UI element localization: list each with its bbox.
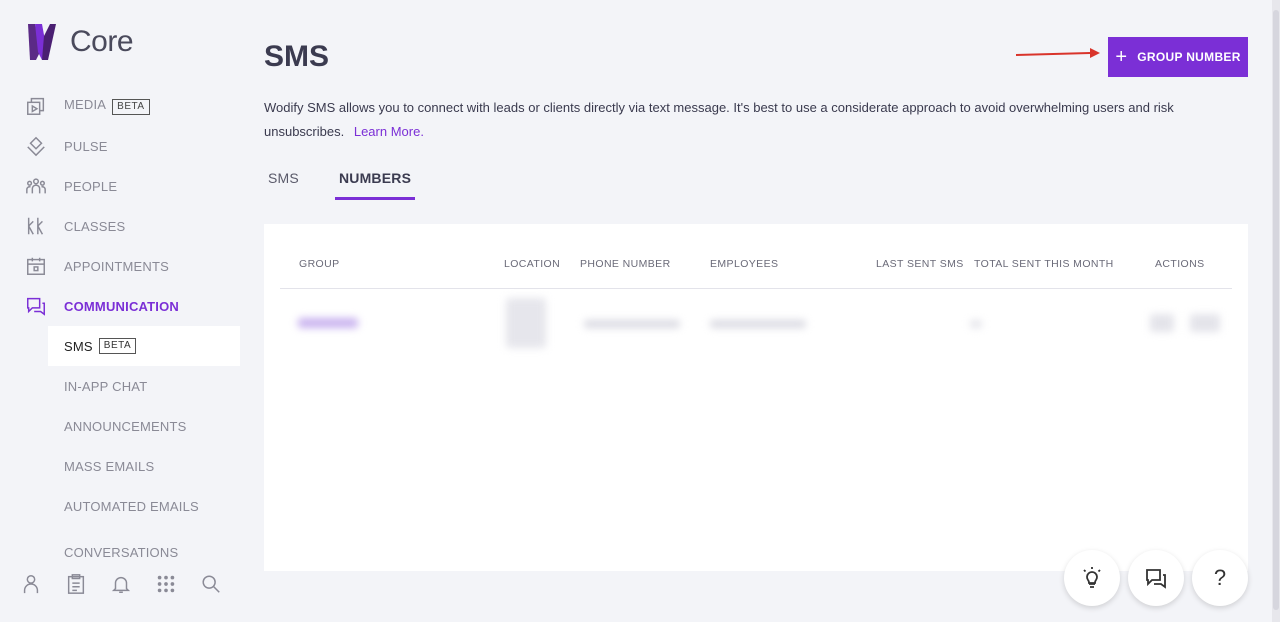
- sidebar: Core MEDIA BETA PULSE PEOPLE CLASSES APPO…: [0, 0, 248, 622]
- sidebar-item-people[interactable]: PEOPLE: [24, 174, 117, 198]
- sidebar-subitem-announcements[interactable]: ANNOUNCEMENTS: [48, 406, 240, 446]
- sidebar-subitem-conversations[interactable]: CONVERSATIONS: [48, 526, 240, 560]
- table-row[interactable]: [280, 290, 1232, 358]
- blurred-total-cell: [970, 320, 982, 328]
- sidebar-item-label: COMMUNICATION: [64, 298, 180, 314]
- sidebar-subitem-automated-emails[interactable]: AUTOMATED EMAILS: [48, 486, 240, 526]
- group-number-button-label: GROUP NUMBER: [1137, 50, 1241, 64]
- beta-badge: BETA: [112, 99, 150, 115]
- tab-numbers[interactable]: NUMBERS: [334, 166, 416, 200]
- column-header-employees[interactable]: EMPLOYEES: [710, 258, 778, 270]
- apps-grid-icon[interactable]: [155, 570, 177, 598]
- annotation-arrow-icon: [1015, 48, 1100, 58]
- table-header-divider: [280, 288, 1232, 289]
- lightbulb-icon: [1083, 567, 1101, 588]
- blurred-location-cell: [506, 298, 546, 348]
- clipboard-icon[interactable]: [65, 570, 87, 598]
- tab-sms[interactable]: SMS: [264, 166, 303, 200]
- tab-bar: SMS NUMBERS: [264, 166, 447, 200]
- blurred-phone-cell: [584, 320, 680, 328]
- sidebar-item-classes[interactable]: CLASSES: [24, 214, 125, 238]
- question-mark-icon: ?: [1213, 565, 1227, 590]
- blurred-employees-cell: [710, 320, 806, 328]
- people-icon: [24, 174, 48, 198]
- user-icon[interactable]: [20, 570, 42, 598]
- pulse-icon: [24, 134, 48, 158]
- sidebar-item-label: MEDIA BETA: [64, 97, 150, 115]
- classes-icon: [24, 214, 48, 238]
- beta-badge: BETA: [98, 338, 137, 354]
- sidebar-item-label: PEOPLE: [64, 178, 118, 194]
- page-title: SMS: [264, 40, 330, 73]
- blurred-group-cell: [298, 318, 358, 328]
- scrollbar-thumb[interactable]: [1273, 10, 1279, 610]
- sidebar-item-label: APPOINTMENTS: [64, 258, 169, 274]
- add-group-number-button[interactable]: + GROUP NUMBER: [1108, 37, 1248, 77]
- media-icon: [24, 94, 48, 118]
- chat-support-button[interactable]: [1128, 550, 1184, 606]
- sidebar-item-label: PULSE: [64, 138, 108, 154]
- sidebar-item-appointments[interactable]: APPOINTMENTS: [24, 254, 169, 278]
- learn-more-link[interactable]: Learn More.: [354, 124, 424, 139]
- chat-bubbles-icon: [24, 294, 48, 318]
- chat-bubbles-icon: [1146, 569, 1166, 589]
- bell-icon[interactable]: [110, 570, 132, 598]
- page-scrollbar[interactable]: [1272, 0, 1280, 622]
- numbers-table: GROUP LOCATION PHONE NUMBER EMPLOYEES LA…: [264, 224, 1248, 571]
- plus-icon: +: [1115, 46, 1128, 68]
- sidebar-subitem-mass-emails[interactable]: MASS EMAILS: [48, 446, 240, 486]
- sidebar-subitem-in-app-chat[interactable]: IN-APP CHAT: [48, 366, 240, 406]
- column-header-location[interactable]: LOCATION: [504, 258, 560, 270]
- logo[interactable]: Core: [26, 22, 134, 62]
- tips-button[interactable]: [1064, 550, 1120, 606]
- logo-text: Core: [70, 25, 134, 58]
- calendar-icon: [24, 254, 48, 278]
- column-header-phone-number[interactable]: PHONE NUMBER: [580, 258, 671, 270]
- sidebar-subitem-sms[interactable]: SMS BETA: [48, 326, 240, 366]
- wodify-logo-icon: [28, 24, 56, 60]
- search-icon[interactable]: [200, 570, 222, 598]
- blurred-action-more[interactable]: [1190, 314, 1220, 332]
- column-header-total-sent-this-month[interactable]: TOTAL SENT THIS MONTH: [974, 258, 1114, 270]
- column-header-last-sent-sms[interactable]: LAST SENT SMS: [876, 258, 964, 270]
- sidebar-item-label: CLASSES: [64, 218, 126, 234]
- sidebar-item-communication[interactable]: COMMUNICATION: [24, 294, 179, 318]
- sidebar-item-pulse[interactable]: PULSE: [24, 134, 108, 158]
- column-header-group[interactable]: GROUP: [299, 258, 340, 270]
- help-button[interactable]: ?: [1192, 550, 1248, 606]
- sidebar-bottom-toolbar: [20, 570, 222, 598]
- sidebar-item-media[interactable]: MEDIA BETA: [24, 94, 150, 118]
- column-header-actions: ACTIONS: [1155, 258, 1205, 270]
- blurred-action-edit[interactable]: [1150, 314, 1174, 332]
- page-description: Wodify SMS allows you to connect with le…: [264, 100, 1174, 139]
